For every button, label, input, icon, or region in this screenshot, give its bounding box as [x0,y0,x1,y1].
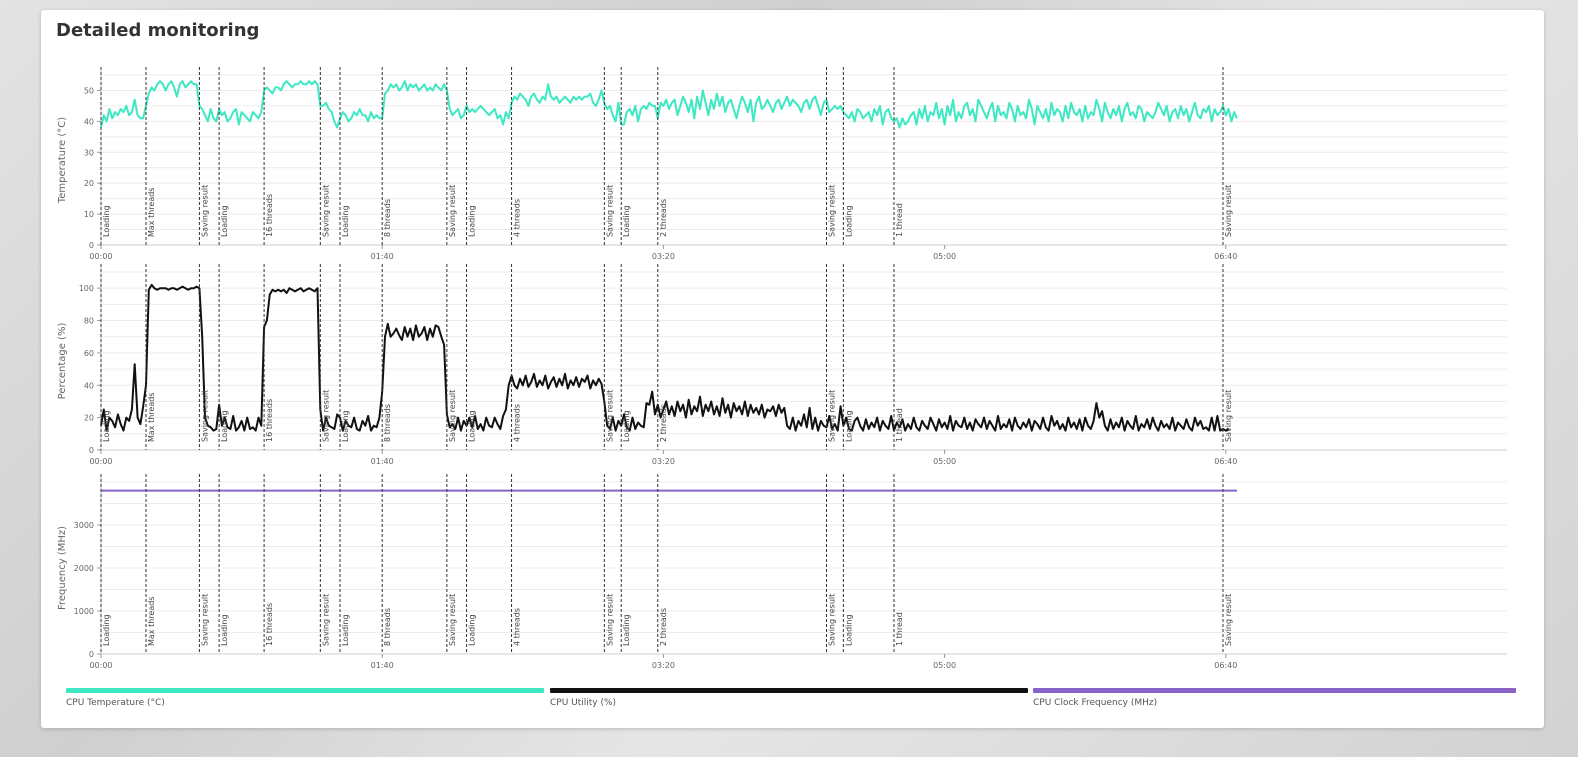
temperature-phase-label: Saving result [448,185,457,237]
utility-y-tick-label: 60 [84,349,94,358]
temperature-phase-label: Loading [341,205,350,237]
temperature-y-tick-label: 0 [89,241,94,250]
temperature-phase-label: Loading [102,205,111,237]
utility-y-tick-label: 80 [84,317,94,326]
frequency-phase-label: Loading [622,614,631,646]
frequency-phase-label: Saving result [321,594,330,646]
temperature-y-axis-label: Temperature (°C) [57,117,68,204]
utility-y-tick-label: 100 [79,284,94,293]
temperature-phase-label: Loading [220,205,229,237]
temperature-phase-label: 1 thread [895,203,904,237]
utility-phase-label: Loading [844,410,853,442]
temperature-phase-label: 8 threads [383,199,392,237]
legend-label-utility[interactable]: CPU Utility (%) [550,698,616,708]
temperature-x-tick-label: 00:00 [89,252,112,261]
frequency-y-axis-label: Frequency (MHz) [57,526,68,610]
temperature-y-tick-label: 50 [84,86,94,95]
utility-x-tick-label: 03:20 [652,457,675,466]
frequency-phase-label: Loading [341,614,350,646]
utility-phase-label: Saving result [448,390,457,442]
frequency-phase-label: Saving result [827,594,836,646]
frequency-phase-label: Loading [220,614,229,646]
temperature-y-tick-label: 10 [84,210,94,219]
utility-phase-label: Max threads [147,393,156,442]
utility-phase-label: Loading [220,410,229,442]
temperature-series-line [100,80,1238,129]
frequency-y-tick-label: 1000 [74,607,94,616]
frequency-x-tick-label: 03:20 [652,661,675,670]
frequency-phase-label: 2 threads [659,608,668,646]
temperature-y-tick-label: 20 [84,179,94,188]
utility-y-tick-label: 20 [84,414,94,423]
utility-phase-label: 2 threads [659,404,668,442]
utility-x-tick-label: 06:40 [1214,457,1237,466]
temperature-phase-label: Loading [622,205,631,237]
frequency-phase-label: Saving result [200,594,209,646]
utility-y-axis-label: Percentage (%) [57,323,68,400]
frequency-phase-label: Loading [844,614,853,646]
utility-phase-label: 16 threads [265,399,274,442]
temperature-x-tick-label: 03:20 [652,252,675,261]
frequency-phase-label: Max threads [147,597,156,646]
utility-phase-label: Loading [102,410,111,442]
frequency-x-tick-label: 06:40 [1214,661,1237,670]
frequency-phase-label: Saving result [448,594,457,646]
frequency-y-tick-label: 0 [89,650,94,659]
utility-phase-label: Loading [341,410,350,442]
frequency-phase-label: 4 threads [513,608,522,646]
temperature-y-tick-label: 30 [84,148,94,157]
temperature-x-tick-label: 06:40 [1214,252,1237,261]
temperature-phase-label: Saving result [827,185,836,237]
frequency-phase-label: 1 thread [895,612,904,646]
frequency-x-tick-label: 01:40 [371,661,394,670]
temperature-phase-label: Saving result [321,185,330,237]
utility-x-tick-label: 05:00 [933,457,956,466]
frequency-y-tick-label: 2000 [74,564,94,573]
legend-label-temperature[interactable]: CPU Temperature (°C) [66,698,165,708]
monitoring-card: Detailed monitoring 0 10 20 30 40 50 00:00 01:4… [41,10,1544,728]
utility-y-tick-label: 0 [89,446,94,455]
utility-phase-label: 1 thread [895,408,904,442]
frequency-x-tick-label: 05:00 [933,661,956,670]
utility-x-tick-label: 00:00 [89,457,112,466]
utility-phase-label: 4 threads [513,404,522,442]
temperature-phase-label: Max threads [147,188,156,237]
temperature-phase-label: Loading [468,205,477,237]
utility-phase-label: Loading [622,410,631,442]
utility-phase-label: Saving result [827,390,836,442]
frequency-x-tick-label: 00:00 [89,661,112,670]
temperature-phase-label: 16 threads [265,194,274,237]
temperature-phase-label: Saving result [605,185,614,237]
frequency-phase-label: 16 threads [265,603,274,646]
legend-swatch-temperature[interactable] [66,688,544,693]
temperature-phase-label: Saving result [1224,185,1233,237]
utility-x-tick-label: 01:40 [371,457,394,466]
temperature-x-tick-label: 05:00 [933,252,956,261]
utility-phase-label: Saving result [1224,390,1233,442]
temperature-phase-label: Saving result [200,185,209,237]
frequency-phase-label: Loading [102,614,111,646]
legend-swatch-utility[interactable] [550,688,1028,693]
temperature-phase-label: 4 threads [513,199,522,237]
utility-phase-label: Loading [468,410,477,442]
utility-y-tick-label: 40 [84,381,94,390]
utility-phase-label: Saving result [321,390,330,442]
utility-phase-label: Saving result [200,390,209,442]
temperature-phase-label: Loading [844,205,853,237]
frequency-phase-label: Saving result [605,594,614,646]
frequency-phase-label: Saving result [1224,594,1233,646]
legend-swatch-frequency[interactable] [1033,688,1516,693]
temperature-phase-label: 2 threads [659,199,668,237]
monitoring-charts: 0 10 20 30 40 50 00:00 01:40 03:20 05:00 06:40 Temp… [57,67,1507,670]
frequency-phase-label: Loading [468,614,477,646]
temperature-x-tick-label: 01:40 [371,252,394,261]
temperature-y-tick-label: 40 [84,117,94,126]
frequency-y-tick-label: 3000 [74,521,94,530]
legend-label-frequency[interactable]: CPU Clock Frequency (MHz) [1033,698,1157,708]
utility-phase-label: 8 threads [383,404,392,442]
frequency-phase-label: 8 threads [383,608,392,646]
utility-phase-label: Saving result [605,390,614,442]
